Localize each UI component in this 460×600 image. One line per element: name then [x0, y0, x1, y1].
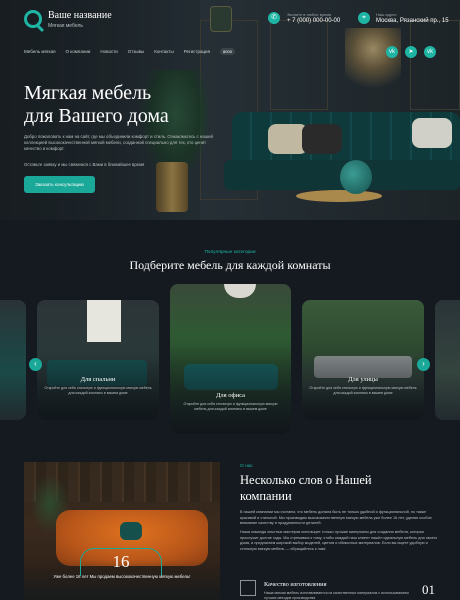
address-label: Наш адрес: [376, 12, 397, 17]
about-title-line2: компании: [240, 489, 292, 503]
card-image: [435, 300, 460, 420]
logo-icon[interactable]: [24, 10, 42, 28]
hero-section: Ваше название Мягкая мебель ✆ Звоните в …: [0, 0, 460, 220]
feature-title: Качество изготовления: [264, 581, 327, 588]
hero-title-line2: для Вашего дома: [24, 105, 169, 127]
hero-description: Добро пожаловать к нам на сайт, где мы о…: [24, 134, 213, 151]
hero-cta-text: Оставьте заявку и мы свяжемся с Вами в б…: [24, 162, 145, 167]
about-title-line1: Несколько слов о Нашей: [240, 473, 372, 487]
card-title: Для офиса: [215, 392, 246, 399]
nav-item-about[interactable]: О компании: [66, 49, 91, 54]
card-text: Откройте для себя стильную и функциональ…: [309, 386, 417, 395]
chevron-left-icon[interactable]: ‹: [29, 358, 42, 371]
brand-title[interactable]: Ваше название: [48, 10, 112, 21]
nav-item-reviews[interactable]: Отзывы: [128, 49, 144, 54]
coffee-table: [296, 190, 382, 202]
brand-subtitle: Мягкая мебель: [48, 23, 83, 29]
years-counter: 16: [80, 548, 162, 576]
cushion: [120, 522, 142, 540]
card-shade: [170, 344, 291, 434]
card-title: Для улицы: [348, 376, 378, 383]
years-number: 16: [112, 552, 130, 571]
card-title: Для спальни: [80, 376, 116, 383]
telegram-icon[interactable]: ➤: [405, 46, 417, 58]
nav-item-register[interactable]: Регистрация: [184, 49, 210, 54]
hero-title: Мягкая мебель для Вашего дома: [24, 82, 214, 128]
vk-icon[interactable]: vk: [386, 46, 398, 58]
card-text: Откройте для себя стильную и функциональ…: [44, 386, 152, 395]
category-card-outdoor[interactable]: Для улицы Откройте для себя стильную и ф…: [302, 300, 424, 420]
hero-title-line1: Мягкая мебель: [24, 82, 152, 104]
phone-label: Звоните в любое время: [287, 12, 332, 17]
about-kicker: О нас: [240, 464, 253, 469]
category-card-office[interactable]: Для офиса Откройте для себя стильную и ф…: [170, 284, 291, 434]
location-pin-icon: ⌖: [358, 12, 370, 24]
chevron-right-icon[interactable]: ›: [417, 358, 430, 371]
vase: [340, 160, 372, 194]
main-nav: Мебель мягкая О компании Новости Отзывы …: [24, 47, 235, 55]
quality-icon: [240, 580, 256, 596]
header: Ваше название Мягкая мебель ✆ Звоните в …: [0, 0, 460, 38]
years-caption: Уже более 16 лет Мы продаем высококачест…: [53, 574, 191, 579]
phone-number[interactable]: + 7 (000) 000-00-00: [287, 18, 340, 24]
card-shade: [302, 348, 424, 420]
nav-badge: 8000: [220, 47, 235, 55]
categories-kicker: Популярные категории: [204, 250, 256, 255]
category-card-partial[interactable]: [435, 300, 460, 420]
about-paragraph: Наша команда опытных мастеров использует…: [240, 530, 438, 551]
about-title: Несколько слов о Нашей компании: [240, 472, 450, 504]
feature-number: 01: [422, 582, 435, 597]
nav-item-news[interactable]: Новости: [100, 49, 117, 54]
nav-item-sofas[interactable]: Мебель мягкая: [24, 49, 56, 54]
address: Москва, Рязанский пр., 15: [376, 18, 449, 24]
card-shade: [37, 348, 159, 420]
feature-text: Наша мягкая мебель изготавливается из ка…: [264, 591, 409, 600]
ceiling-lamp: [224, 284, 256, 298]
nav-item-contacts[interactable]: Контакты: [154, 49, 173, 54]
chandelier: [345, 28, 401, 98]
about-paragraph: В нашей компании мы считаем, что мебель …: [240, 510, 432, 526]
consultation-button[interactable]: Заказать консультацию: [24, 176, 95, 193]
card-image: [0, 300, 26, 420]
vk-icon[interactable]: vk: [424, 46, 436, 58]
pillow: [302, 124, 342, 154]
categories-title: Подберите мебель для каждой комнаты: [129, 258, 331, 272]
wall-art: [87, 300, 121, 342]
card-text: Откройте для себя стильную и функциональ…: [183, 402, 278, 411]
category-card-partial[interactable]: [0, 300, 26, 420]
about-photo: [24, 462, 220, 600]
pillow: [412, 118, 452, 148]
category-card-bedroom[interactable]: Для спальни Откройте для себя стильную и…: [37, 300, 159, 420]
phone-icon: ✆: [268, 12, 280, 24]
